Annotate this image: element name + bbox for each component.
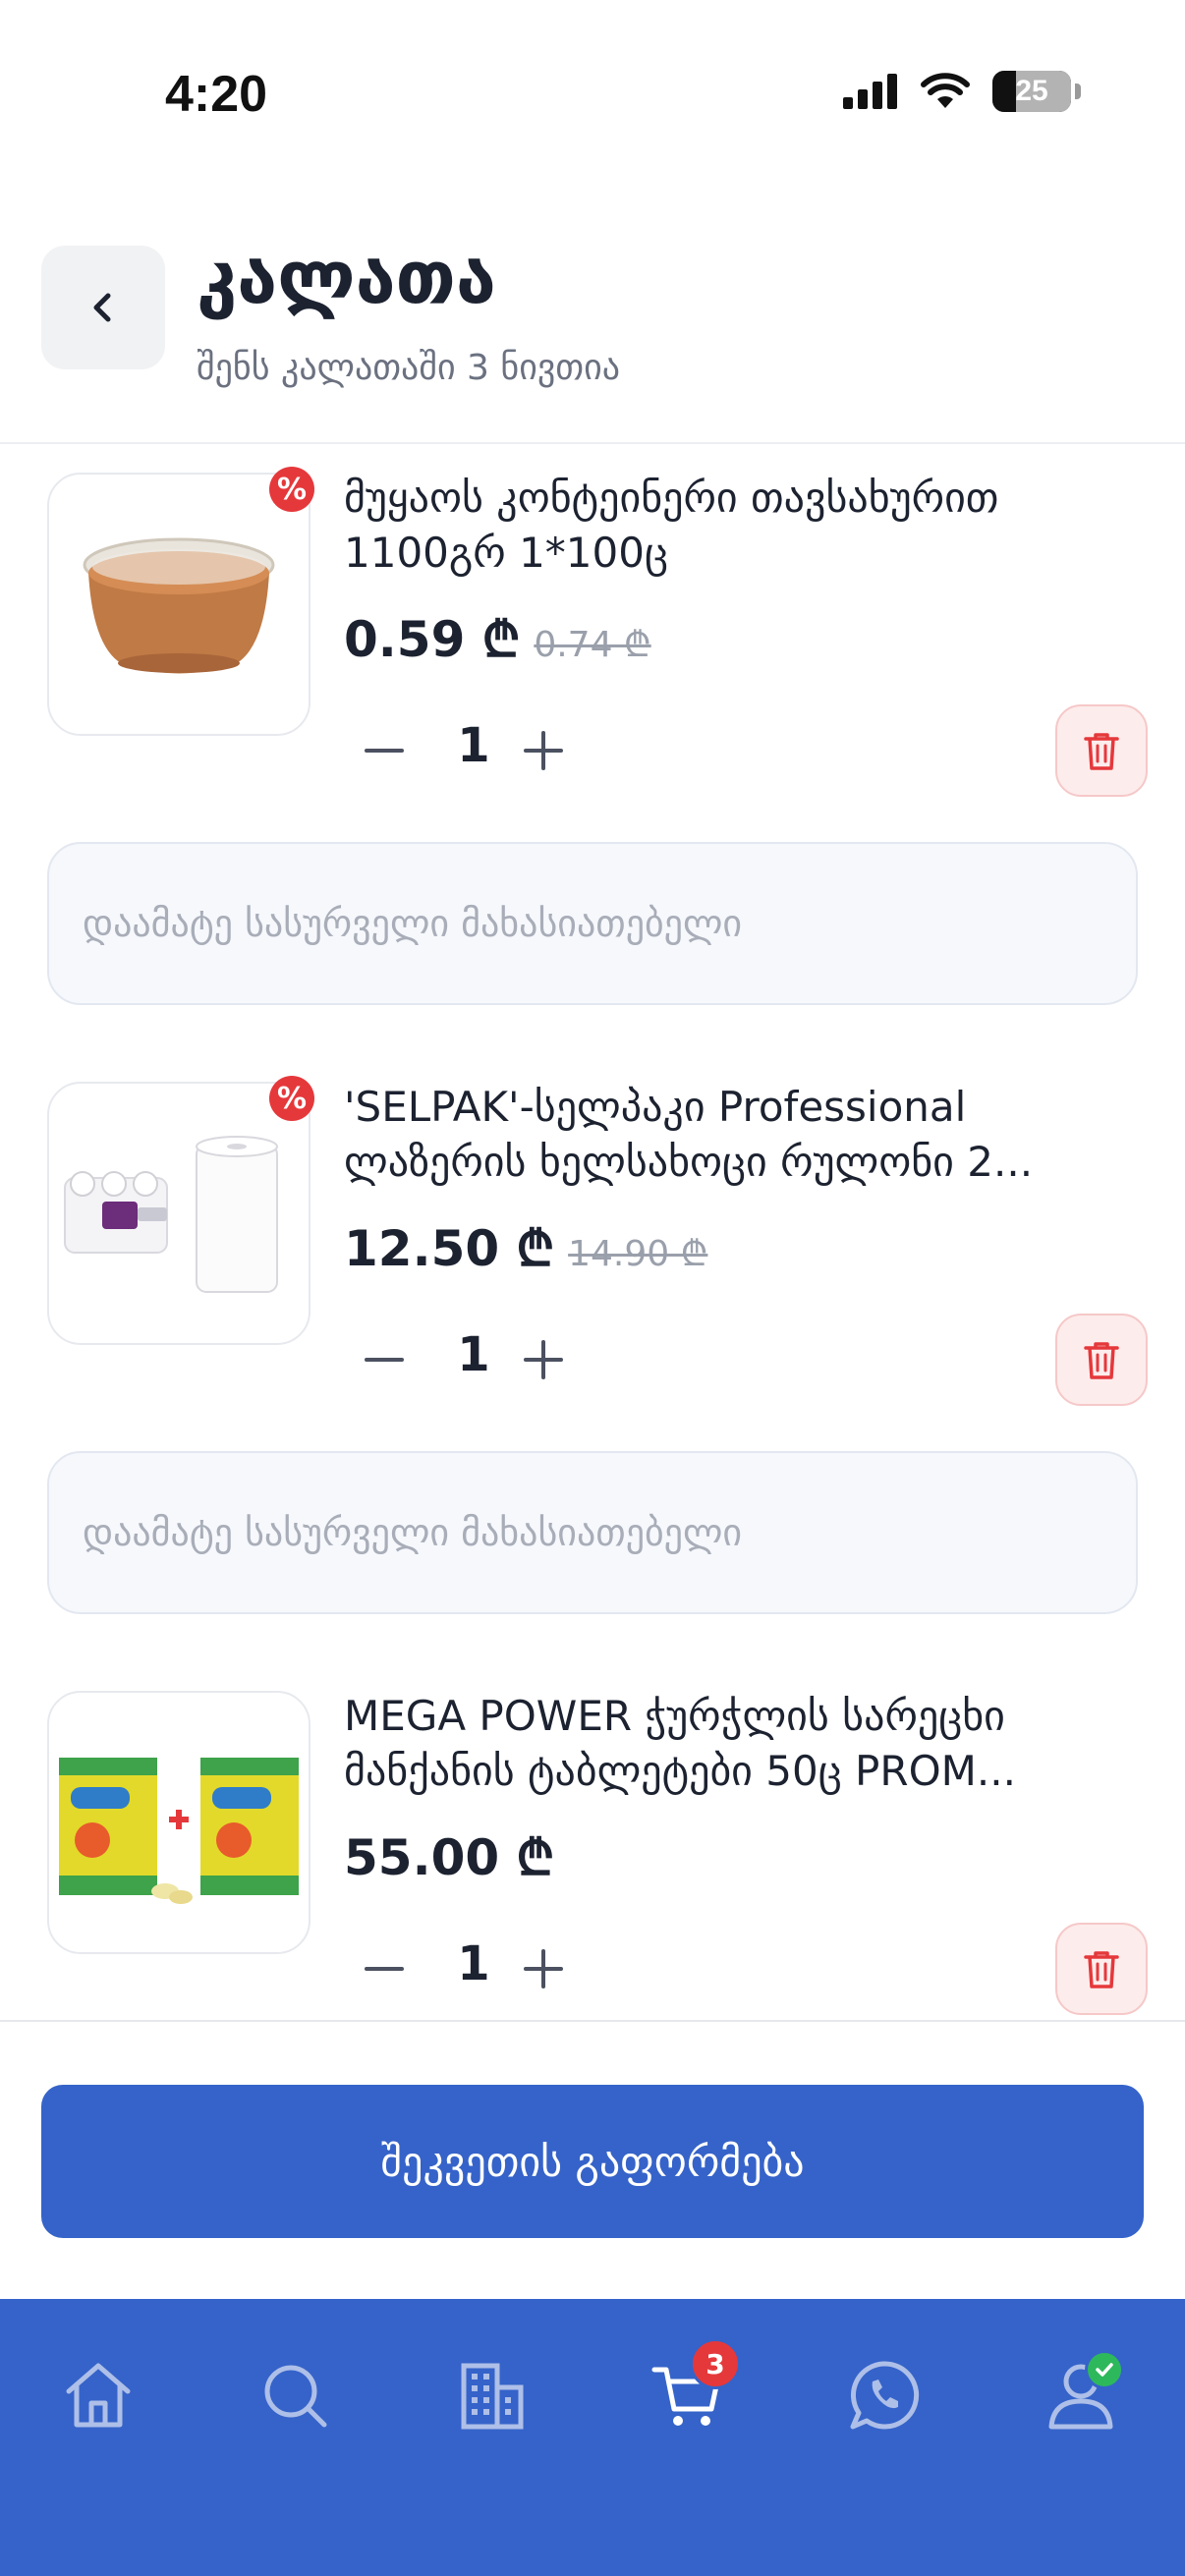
- product-name[interactable]: 'SELPAK'-სელპაკი Professional ლაზერის ხე…: [344, 1080, 1140, 1190]
- quantity-value: 1: [457, 1327, 490, 1382]
- divider: [0, 2020, 1185, 2022]
- battery-level: 25: [1015, 75, 1048, 107]
- product-name-line: MEGA POWER ჭურჭლის სარეცხი: [344, 1692, 1005, 1740]
- price-row: 0.59 ₾ 0.74 ₾: [344, 604, 651, 671]
- minus-icon: [365, 749, 404, 753]
- product-name-line: მანქანის ტაბლეტები 50ც PROM...: [344, 1747, 1016, 1795]
- nav-search[interactable]: [236, 2336, 354, 2454]
- check-icon: [1096, 2363, 1113, 2377]
- discount-badge: %: [269, 467, 314, 512]
- old-price: 0.74 ₾: [534, 625, 651, 665]
- battery-icon: 25: [992, 71, 1071, 112]
- battery-tip: [1075, 84, 1081, 99]
- signal-icon: [843, 74, 897, 109]
- price-row: 12.50 ₾ 14.90 ₾: [344, 1213, 707, 1280]
- trash-icon: [1084, 1342, 1119, 1379]
- status-icons: 25: [843, 71, 1081, 112]
- nav-buildings[interactable]: [432, 2336, 550, 2454]
- increase-quantity-button[interactable]: [509, 716, 578, 785]
- price: 55.00 ₾: [344, 1829, 555, 1886]
- chevron-left-icon: [93, 293, 111, 322]
- note-input[interactable]: [47, 1451, 1138, 1614]
- delete-item-button[interactable]: [1055, 704, 1148, 797]
- product-name-line: 'SELPAK'-სელპაკი Professional: [344, 1083, 967, 1131]
- wifi-icon: [921, 73, 970, 108]
- product-image[interactable]: [47, 1691, 310, 1954]
- paper-towel-image: [64, 1136, 278, 1293]
- price: 0.59 ₾: [344, 611, 521, 668]
- whatsapp-icon: [850, 2361, 920, 2430]
- buildings-icon: [461, 2363, 524, 2430]
- quantity-stepper: 1: [344, 1314, 1150, 1408]
- bottom-navigation: 3: [0, 2299, 1185, 2576]
- page-title: კალათა: [197, 236, 496, 320]
- product-name-line: მუყაოს კონტეინერი თავსახურით: [344, 474, 999, 522]
- increase-quantity-button[interactable]: [509, 1325, 578, 1394]
- cart-count-badge: 3: [690, 2338, 741, 2389]
- product-image[interactable]: %: [47, 467, 314, 736]
- nav-home[interactable]: [39, 2336, 157, 2454]
- page-subtitle: შენს კალათაში 3 ნივთია: [197, 348, 621, 388]
- product-name[interactable]: MEGA POWER ჭურჭლის სარეცხი მანქანის ტაბლ…: [344, 1689, 1140, 1799]
- decrease-quantity-button[interactable]: [350, 1325, 419, 1394]
- search-icon: [264, 2365, 327, 2428]
- product-image[interactable]: %: [47, 1076, 314, 1345]
- old-price: 14.90 ₾: [568, 1234, 708, 1274]
- nav-cart[interactable]: 3: [629, 2336, 747, 2454]
- delete-item-button[interactable]: [1055, 1923, 1148, 2015]
- plus-icon: [524, 731, 563, 770]
- plus-icon: [524, 1949, 563, 1988]
- decrease-quantity-button[interactable]: [350, 716, 419, 785]
- cart-item: % მუყაოს კონტეინერი თავსახურით 1100გრ 1*…: [0, 447, 1185, 1056]
- price-row: 55.00 ₾: [344, 1822, 554, 1889]
- cart-list[interactable]: % მუყაოს კონტეინერი თავსახურით 1100გრ 1*…: [0, 447, 1185, 2019]
- verified-badge: [1085, 2350, 1124, 2389]
- discount-badge: %: [269, 1076, 314, 1121]
- page-header: კალათა შენს კალათაში 3 ნივთია: [0, 236, 1185, 444]
- status-time: 4:20: [165, 66, 268, 123]
- quantity-value: 1: [457, 718, 490, 773]
- cart-item: MEGA POWER ჭურჭლის სარეცხი მანქანის ტაბლ…: [0, 1665, 1185, 2019]
- minus-icon: [365, 1967, 404, 1971]
- decrease-quantity-button[interactable]: [350, 1934, 419, 2003]
- nav-profile[interactable]: [1022, 2336, 1140, 2454]
- increase-quantity-button[interactable]: [509, 1934, 578, 2003]
- delete-item-button[interactable]: [1055, 1314, 1148, 1406]
- price: 12.50 ₾: [344, 1220, 555, 1277]
- trash-icon: [1084, 733, 1119, 770]
- home-icon: [66, 2363, 131, 2428]
- note-input[interactable]: [47, 842, 1138, 1005]
- plus-icon: [524, 1340, 563, 1379]
- dishwasher-tablets-image: [59, 1758, 299, 1904]
- cart-item: % 'SELPAK'-სელპაკი Professional ლაზერის …: [0, 1056, 1185, 1665]
- quantity-stepper: 1: [344, 704, 1150, 799]
- back-button[interactable]: [41, 246, 165, 369]
- checkout-button[interactable]: შეკვეთის გაფორმება: [41, 2085, 1144, 2238]
- product-name[interactable]: მუყაოს კონტეინერი თავსახურით 1100გრ 1*10…: [344, 471, 1140, 581]
- product-name-line: ლაზერის ხელსახოცი რულონი 2...: [344, 1138, 1034, 1186]
- trash-icon: [1084, 1951, 1119, 1988]
- quantity-value: 1: [457, 1936, 490, 1991]
- food-container-image: [83, 537, 275, 674]
- product-name-line: 1100გრ 1*100ც: [344, 529, 668, 577]
- nav-whatsapp[interactable]: [825, 2336, 943, 2454]
- status-bar: 4:20 25: [0, 0, 1185, 147]
- minus-icon: [365, 1358, 404, 1362]
- quantity-stepper: 1: [344, 1923, 1150, 2017]
